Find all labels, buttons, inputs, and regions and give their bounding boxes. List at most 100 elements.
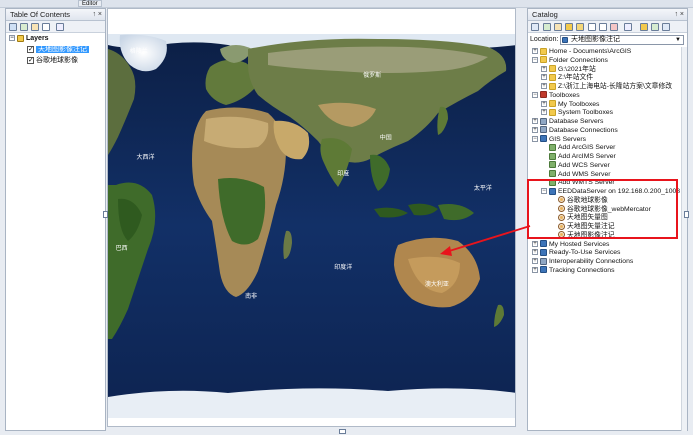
gis-icon (540, 135, 547, 143)
catalog-tree-label: System Toolboxes (558, 109, 614, 117)
catalog-tree-item[interactable]: Add ArcGIS Server (541, 143, 615, 152)
world-imagery[interactable]: 格陵兰俄罗斯中国印度巴西澳大利亚南非 印度洋 太平洋 大西洋 (108, 9, 516, 427)
catalog-tree-item[interactable]: + Database Servers (532, 117, 603, 126)
catalog-tree-item[interactable]: + G:\2021年站 (541, 65, 596, 74)
paste-icon[interactable] (599, 23, 607, 31)
map-label: 大西洋 (136, 153, 154, 161)
catalog-tree-item[interactable]: + Database Connections (532, 126, 618, 135)
home-icon[interactable] (554, 23, 562, 31)
connect-folder-icon[interactable] (565, 23, 573, 31)
folder-icon (549, 65, 556, 73)
map-view[interactable]: 格陵兰 俄罗斯 中国 印度 巴西 澳大利亚 南非 印度洋 太平洋 大西洋 (107, 8, 516, 427)
layer-row-1[interactable]: ✓ 天地图影像注记 (27, 45, 89, 55)
toc-pin-close-icons[interactable]: ↑ × (92, 9, 102, 21)
catalog-tree-item[interactable]: + Z:\浙江上海电站-长隆站方案\文章修改 (541, 82, 672, 91)
layers-label: Layers (26, 35, 49, 42)
catalog-tree-label: My Hosted Services (549, 240, 610, 248)
collapse-icon[interactable]: − (532, 91, 538, 98)
map-label: 印度 (337, 170, 349, 178)
splitter-handle-bottom[interactable] (339, 429, 346, 434)
layer-visibility-checkbox[interactable]: ✓ (27, 45, 34, 53)
map-label: 澳大利亚 (425, 280, 449, 288)
toc-toolbar (6, 21, 105, 33)
splitter-handle-left[interactable] (103, 211, 108, 218)
catalog-tree-label: Folder Connections (549, 56, 608, 64)
catalog-tree-item[interactable]: + My Hosted Services (532, 240, 609, 249)
editor-tab[interactable]: Editor (78, 0, 102, 7)
catalog-tree-item[interactable]: + Home - Documents\ArcGIS (532, 47, 631, 56)
catalog-tree-label: Z:\浙江上海电站-长隆站方案\文章修改 (558, 83, 673, 90)
db-icon (540, 126, 547, 134)
expand-icon[interactable]: + (541, 65, 547, 72)
expand-icon[interactable]: + (532, 258, 538, 265)
expand-icon[interactable]: + (532, 126, 538, 133)
catalog-tree-item[interactable]: + My Toolboxes (541, 100, 599, 109)
new-folder-icon[interactable] (640, 23, 648, 31)
catalog-tree-label: GIS Servers (549, 135, 587, 143)
catalog-tree-item[interactable]: Add WCS Server (541, 161, 610, 170)
catalog-tree-item[interactable]: + Z:\年站文件 (541, 73, 593, 82)
up-one-level-icon[interactable] (543, 23, 551, 31)
catalog-tree-item[interactable]: Add ArcIMS Server (541, 152, 616, 161)
expand-icon[interactable]: + (532, 240, 538, 247)
list-by-visibility-icon[interactable] (31, 23, 39, 31)
expand-icon[interactable]: + (541, 100, 547, 107)
list-by-selection-icon[interactable] (42, 23, 50, 31)
catalog-tree-item[interactable]: + System Toolboxes (541, 108, 613, 117)
db-icon (540, 117, 547, 125)
layer-name: 天地图影像注记 (36, 46, 89, 53)
catalog-tree-item[interactable]: Add WMS Server (541, 170, 611, 179)
toc-title-bar[interactable]: Table Of Contents ↑ × (6, 9, 105, 21)
catalog-tree-label: Add ArcGIS Server (558, 144, 616, 152)
catalog-scrollbar[interactable] (681, 47, 687, 431)
expand-icon[interactable]: + (532, 266, 538, 273)
layer-name: 谷歌地球影像 (36, 57, 78, 64)
layers-group[interactable]: − Layers (9, 34, 49, 44)
options-icon[interactable] (56, 23, 64, 31)
top-strip (0, 0, 693, 8)
catalog-tree-label: Interoperability Connections (549, 258, 634, 265)
catalog-tree-item[interactable]: − Toolboxes (532, 91, 580, 100)
folder-icon (549, 100, 556, 108)
map-label: 俄罗斯 (363, 71, 381, 79)
add-icon (549, 143, 556, 151)
map-label: 印度洋 (334, 263, 352, 271)
copy-icon[interactable] (588, 23, 596, 31)
search-icon[interactable] (662, 23, 670, 31)
expand-icon[interactable]: + (532, 249, 538, 256)
disconnect-folder-icon[interactable] (576, 23, 584, 31)
add-icon (549, 152, 556, 160)
catalog-tree-item[interactable]: − Folder Connections (532, 56, 608, 65)
delete-icon[interactable] (610, 23, 618, 31)
views-icon[interactable] (624, 23, 632, 31)
expand-icon[interactable]: + (532, 118, 538, 125)
layer-visibility-checkbox[interactable]: ✓ (27, 56, 34, 64)
location-combo[interactable]: 天地图影像注记 ▼ (560, 35, 684, 45)
list-by-source-icon[interactable] (20, 23, 28, 31)
list-by-drawing-order-icon[interactable] (9, 23, 17, 31)
catalog-tree-label: Add WCS Server (558, 161, 610, 169)
gis-icon (540, 266, 547, 274)
collapse-icon[interactable]: − (9, 35, 15, 42)
catalog-tree-item[interactable]: + Tracking Connections (532, 266, 614, 275)
folder-icon (549, 82, 556, 90)
map-label: 格陵兰 (130, 47, 148, 55)
catalog-tree-item[interactable]: − GIS Servers (532, 135, 586, 144)
collapse-icon[interactable]: − (532, 56, 538, 63)
catalog-title-bar[interactable]: Catalog ↑ × (528, 9, 687, 21)
layer-row-2[interactable]: ✓ 谷歌地球影像 (27, 56, 78, 66)
location-bar: Location: 天地图影像注记 ▼ (528, 34, 687, 46)
collapse-icon[interactable]: − (532, 135, 538, 142)
expand-icon[interactable]: + (541, 83, 547, 90)
add-icon (549, 161, 556, 169)
catalog-tree-item[interactable]: + Interoperability Connections (532, 257, 633, 266)
expand-icon[interactable]: + (532, 48, 538, 55)
catalog-tree-item[interactable]: + Ready-To-Use Services (532, 248, 620, 257)
dropdown-arrow-icon[interactable]: ▼ (675, 36, 681, 44)
expand-icon[interactable]: + (541, 74, 547, 81)
expand-icon[interactable]: + (541, 109, 547, 116)
catalog-pin-close-icons[interactable]: ↑ × (674, 9, 684, 21)
back-icon[interactable] (531, 23, 539, 31)
splitter-handle-right[interactable] (684, 211, 689, 218)
refresh-icon[interactable] (651, 23, 659, 31)
